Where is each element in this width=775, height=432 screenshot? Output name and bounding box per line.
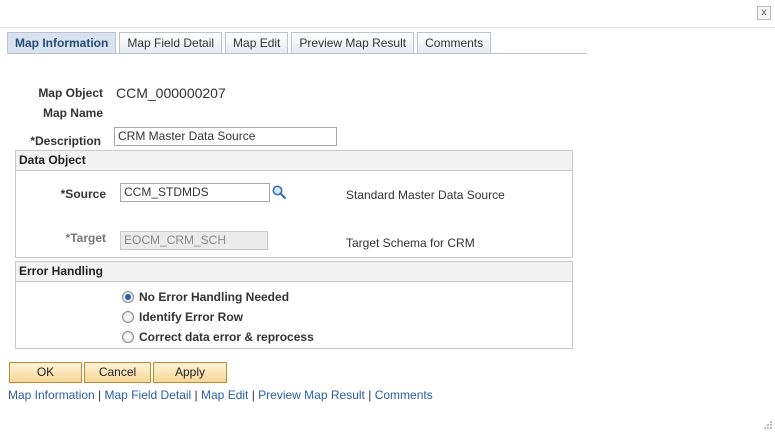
map-name-label: Map Name (42, 106, 103, 120)
apply-button[interactable]: Apply (153, 362, 227, 383)
cancel-button[interactable]: Cancel (84, 362, 151, 383)
footer-links: Map Information | Map Field Detail | Map… (8, 388, 433, 402)
description-input[interactable]: CRM Master Data Source (114, 127, 337, 146)
data-object-title: Data Object (16, 151, 572, 171)
target-input: EOCM_CRM_SCH (120, 231, 268, 250)
footer-link-map-information[interactable]: Map Information (8, 388, 95, 402)
footer-link-preview-map-result[interactable]: Preview Map Result (258, 388, 365, 402)
radio-label: Identify Error Row (139, 310, 244, 324)
tab-divider (7, 53, 587, 54)
source-input[interactable]: CCM_STDMDS (120, 183, 270, 202)
radio-correct-and-reprocess[interactable]: Correct data error & reprocess (122, 330, 314, 344)
source-label: *Source (60, 187, 106, 201)
tab-map-edit[interactable]: Map Edit (225, 32, 289, 53)
target-description: Target Schema for CRM (346, 236, 475, 250)
radio-button[interactable] (122, 331, 134, 343)
link-separator: | (364, 388, 375, 402)
tab-preview-map-result[interactable]: Preview Map Result (291, 32, 415, 53)
error-handling-title: Error Handling (16, 262, 572, 282)
tab-strip: Map Information Map Field Detail Map Edi… (7, 32, 494, 54)
footer-link-map-field-detail[interactable]: Map Field Detail (105, 388, 192, 402)
radio-label: Correct data error & reprocess (139, 330, 314, 344)
tab-map-information[interactable]: Map Information (7, 32, 117, 54)
link-separator: | (248, 388, 259, 402)
map-object-value: CCM_000000207 (116, 85, 226, 101)
footer-link-map-edit[interactable]: Map Edit (201, 388, 248, 402)
ok-button[interactable]: OK (9, 362, 82, 383)
top-bar (0, 0, 775, 28)
target-label: *Target (65, 231, 106, 245)
radio-button-selected[interactable] (122, 291, 134, 303)
magnifier-icon[interactable] (271, 184, 287, 200)
link-separator: | (191, 388, 202, 402)
radio-label: No Error Handling Needed (139, 290, 290, 304)
footer-link-comments[interactable]: Comments (375, 388, 433, 402)
tab-comments[interactable]: Comments (417, 32, 492, 53)
tab-map-field-detail[interactable]: Map Field Detail (119, 32, 223, 53)
radio-identify-error-row[interactable]: Identify Error Row (122, 310, 243, 324)
description-label: *Description (30, 134, 101, 148)
link-separator: | (94, 388, 105, 402)
radio-button[interactable] (122, 311, 134, 323)
source-description: Standard Master Data Source (346, 188, 505, 202)
close-icon[interactable]: x (757, 6, 771, 20)
resize-grip-icon[interactable] (763, 419, 773, 429)
map-object-label: Map Object (38, 86, 103, 100)
radio-no-error-handling[interactable]: No Error Handling Needed (122, 290, 289, 304)
